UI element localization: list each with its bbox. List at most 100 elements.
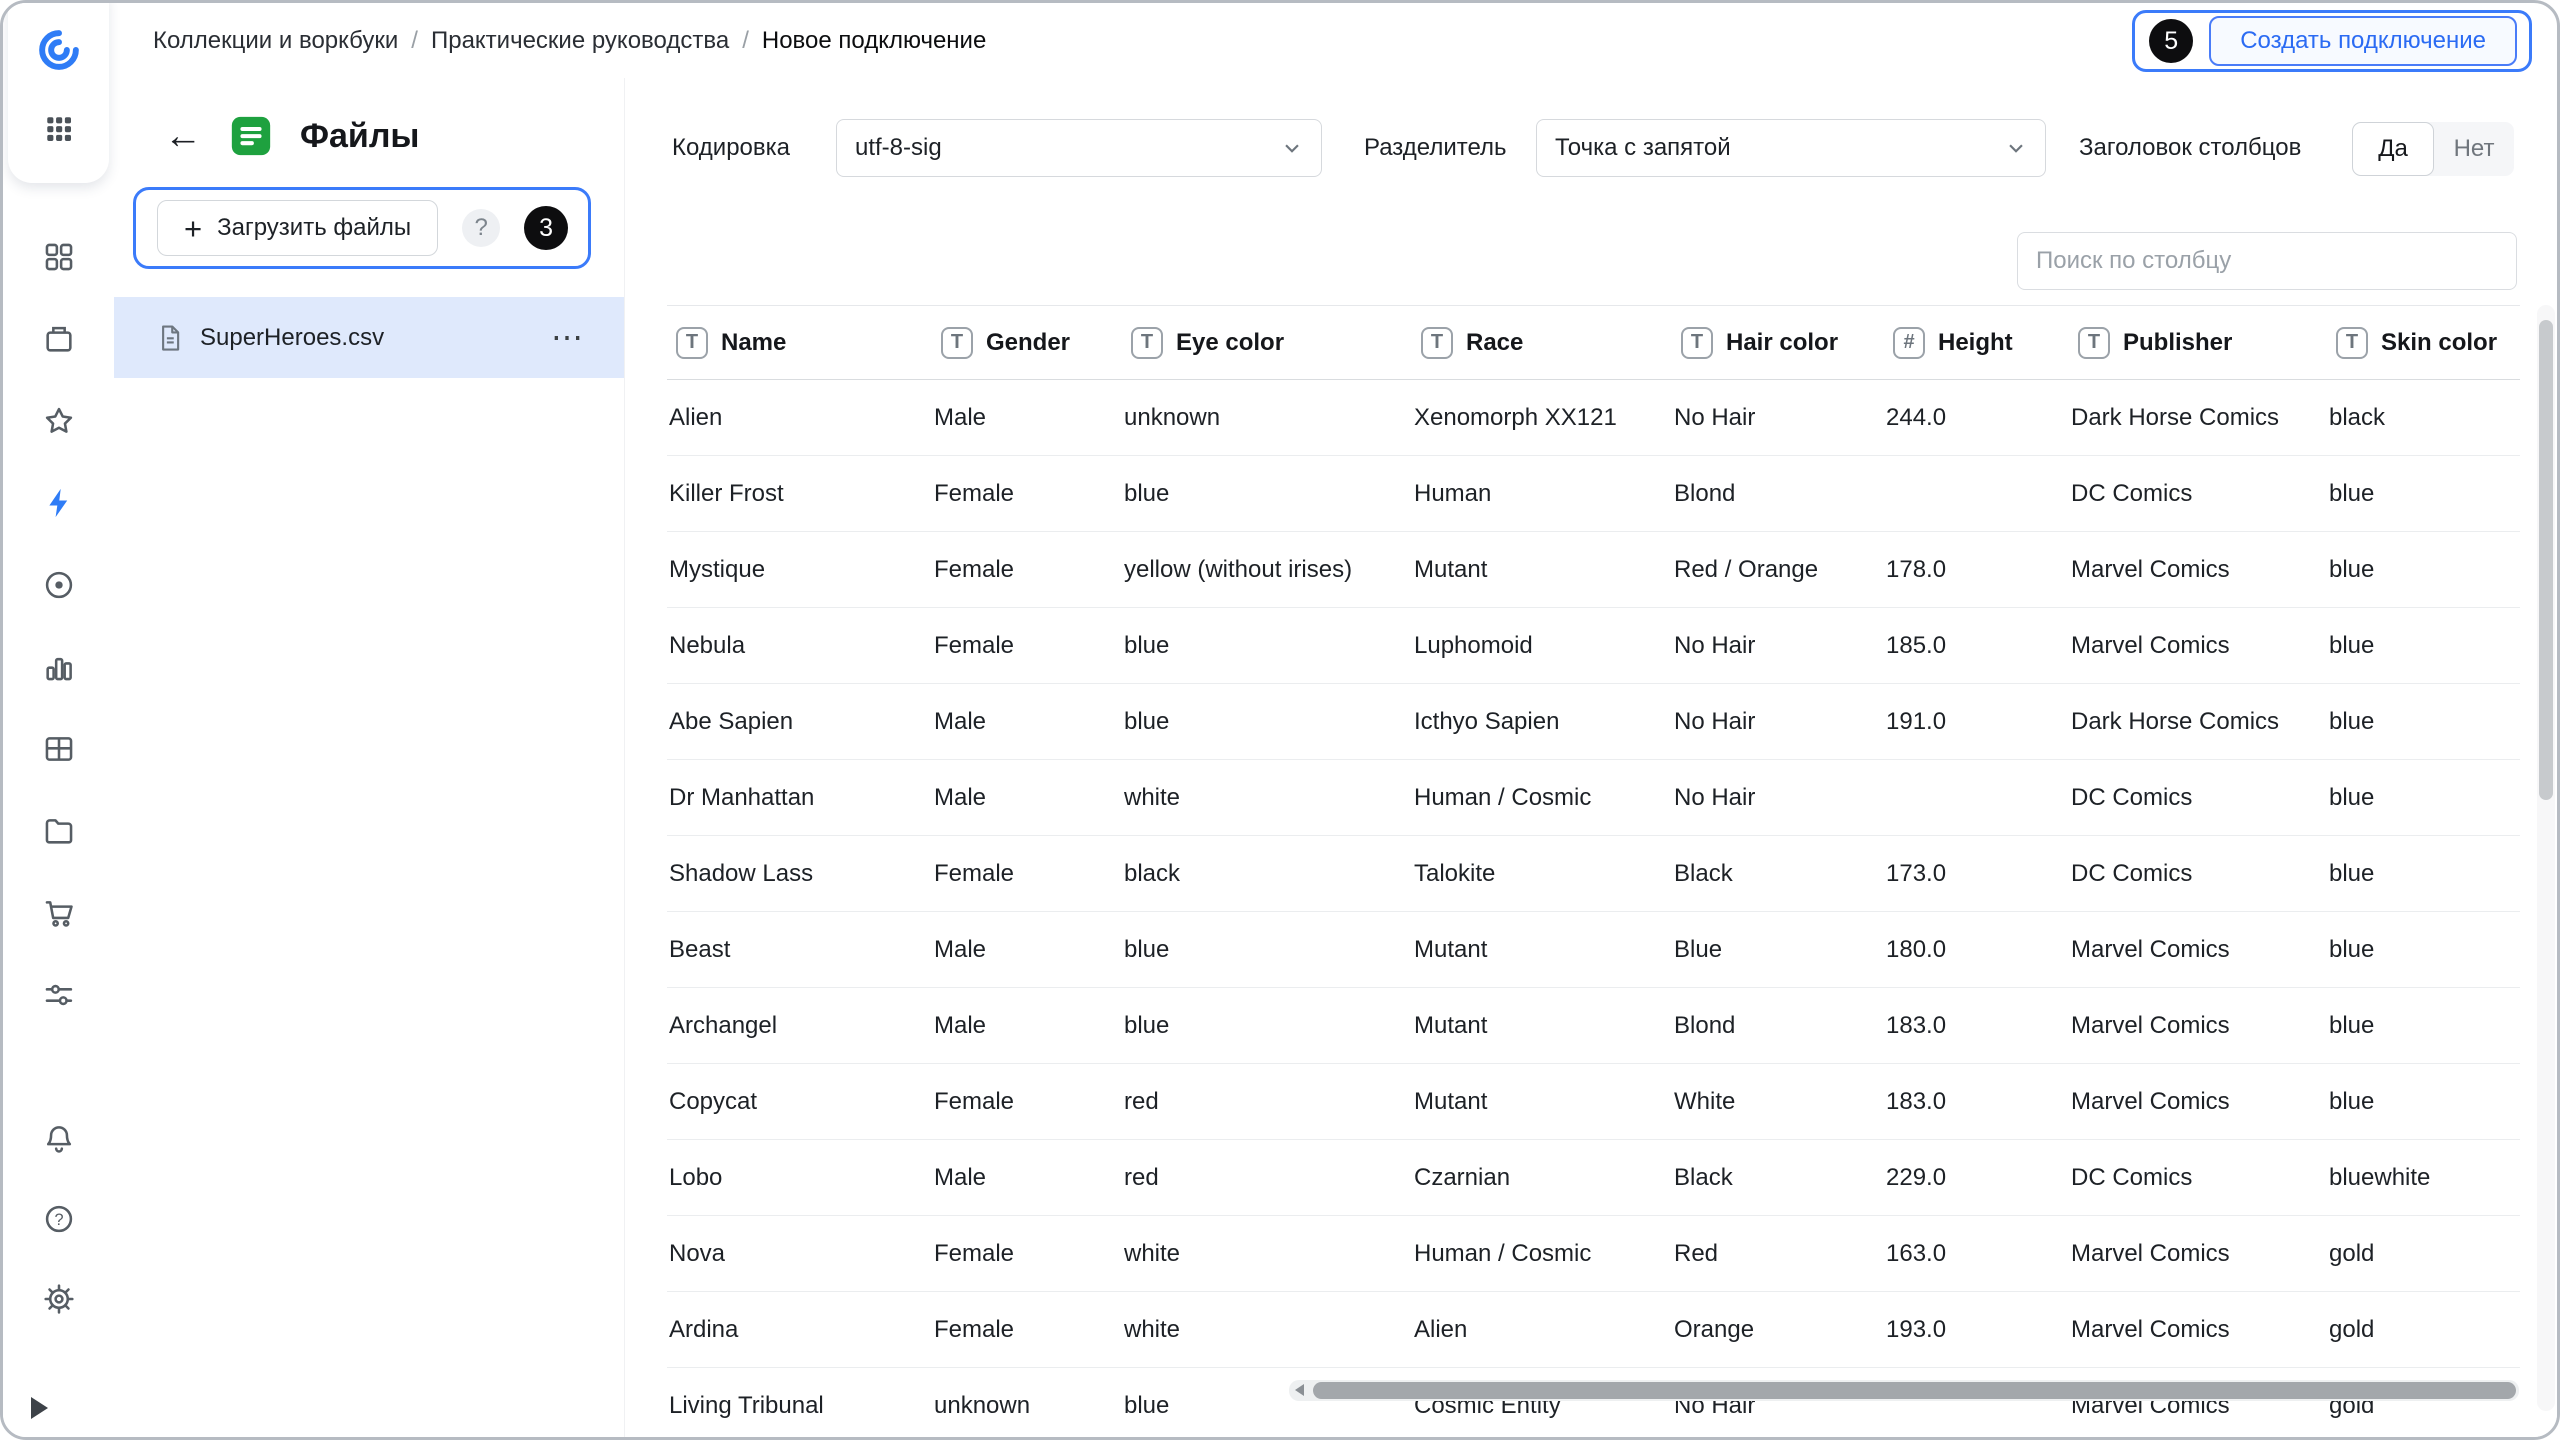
rail-bottom-group: ? (41, 1121, 77, 1317)
collections-box-icon[interactable] (41, 321, 77, 357)
table-cell: gold (2327, 1368, 2520, 1438)
table-cell: red (1122, 1140, 1412, 1216)
table-cell: Dark Horse Comics (2069, 380, 2327, 456)
table-cell: Alien (667, 380, 932, 456)
header-toggle-no[interactable]: Нет (2434, 122, 2514, 176)
datalens-logo-icon[interactable] (36, 27, 82, 73)
table-cell: Female (932, 532, 1122, 608)
chevron-down-icon (2003, 135, 2029, 161)
vertical-scrollbar-thumb[interactable] (2539, 320, 2553, 800)
table-row: Killer FrostFemaleblueHumanBlondDC Comic… (667, 456, 2520, 532)
table-cell: 229.0 (1884, 1140, 2069, 1216)
table-cell: blue (2327, 456, 2520, 532)
column-header-gender: TGender (932, 306, 1122, 380)
table-cell: Male (932, 380, 1122, 456)
column-header-height: #Height (1884, 306, 2069, 380)
breadcrumb-current-page: Новое подключение (762, 27, 986, 55)
column-search-input[interactable] (2017, 232, 2517, 290)
table-cell: Living Tribunal (667, 1368, 932, 1438)
table-cell: Nebula (667, 608, 932, 684)
upload-files-label: Загрузить файлы (217, 214, 411, 242)
table-cell: Human (1412, 456, 1672, 532)
files-panel-title: Файлы (300, 117, 419, 156)
column-type-icon: T (1421, 327, 1453, 359)
gear-icon[interactable] (41, 1281, 77, 1317)
header-toggle-yes[interactable]: Да (2352, 122, 2434, 176)
table-cell: Male (932, 1140, 1122, 1216)
table-row: NovaFemalewhiteHuman / CosmicRed163.0Mar… (667, 1216, 2520, 1292)
table-cell: Luphomoid (1412, 608, 1672, 684)
upload-help-icon[interactable]: ? (462, 209, 500, 247)
table-cell: 185.0 (1884, 608, 2069, 684)
table-cell: 191.0 (1884, 684, 2069, 760)
table-cell: blue (1122, 456, 1412, 532)
table-cell: Marvel Comics (2069, 1064, 2327, 1140)
table-cell: Marvel Comics (2069, 608, 2327, 684)
header-toggle: Да Нет (2352, 122, 2514, 176)
table-row: NebulaFemaleblueLuphomoidNo Hair185.0Mar… (667, 608, 2520, 684)
table-cell: gold (2327, 1216, 2520, 1292)
table-row: ArchangelMaleblueMutantBlond183.0Marvel … (667, 988, 2520, 1064)
table-cell: 178.0 (1884, 532, 2069, 608)
favorites-star-icon[interactable] (41, 403, 77, 439)
encoding-value: utf-8-sig (855, 134, 942, 162)
table-cell: white (1122, 1292, 1412, 1368)
table-cell: bluewhite (2327, 1140, 2520, 1216)
table-cell: DC Comics (2069, 456, 2327, 532)
table-cell: gold (2327, 1292, 2520, 1368)
plus-icon: + (184, 213, 202, 244)
dashboard-icon[interactable] (41, 239, 77, 275)
table-cell: Marvel Comics (2069, 1368, 2327, 1438)
tables-grid-icon[interactable] (41, 731, 77, 767)
horizontal-scrollbar-thumb[interactable] (1313, 1382, 2516, 1399)
header-toggle-label: Заголовок столбцов (2079, 134, 2301, 162)
delimiter-select[interactable]: Точка с запятой (1536, 119, 2046, 177)
table-cell: 193.0 (1884, 1292, 2069, 1368)
create-connection-button[interactable]: Создать подключение (2209, 16, 2517, 66)
table-cell: blue (2327, 836, 2520, 912)
marketplace-cart-icon[interactable] (41, 895, 77, 931)
table-cell: 163.0 (1884, 1216, 2069, 1292)
table-cell: blue (1122, 1368, 1412, 1438)
storage-folder-icon[interactable] (41, 813, 77, 849)
table-cell: blue (2327, 684, 2520, 760)
main-preview-area: Кодировка utf-8-sig Разделитель Точка с … (624, 78, 2557, 1437)
vertical-scrollbar (2537, 305, 2555, 1411)
table-cell: Mutant (1412, 532, 1672, 608)
file-list-item-selected[interactable]: SuperHeroes.csv ⋯ (114, 297, 624, 378)
preview-table: TNameTGenderTEye colorTRaceTHair color#H… (667, 305, 2520, 1437)
table-row: BeastMaleblueMutantBlue180.0Marvel Comic… (667, 912, 2520, 988)
apps-grid-icon[interactable] (41, 111, 77, 147)
table-cell: Black (1672, 1140, 1884, 1216)
charts-icon[interactable] (41, 649, 77, 685)
svg-text:?: ? (54, 1211, 63, 1229)
datalens-lightning-icon[interactable] (41, 485, 77, 521)
breadcrumb-workbook[interactable]: Практические руководства (431, 27, 729, 55)
back-arrow-icon[interactable]: ← (164, 117, 202, 155)
table-cell: blue (2327, 912, 2520, 988)
scroll-left-arrow-icon[interactable] (1295, 1384, 1304, 1396)
notifications-bell-icon[interactable] (41, 1121, 77, 1157)
help-question-icon[interactable]: ? (41, 1201, 77, 1237)
column-type-icon: T (1131, 327, 1163, 359)
table-row: MystiqueFemaleyellow (without irises)Mut… (667, 532, 2520, 608)
expand-play-icon[interactable] (31, 1397, 48, 1419)
breadcrumb-collections[interactable]: Коллекции и воркбуки (153, 27, 398, 55)
table-cell: Ardina (667, 1292, 932, 1368)
column-header-race: TRace (1412, 306, 1672, 380)
table-cell: 173.0 (1884, 836, 2069, 912)
column-header-eye-color: TEye color (1122, 306, 1412, 380)
encoding-select[interactable]: utf-8-sig (836, 119, 1322, 177)
settings-sliders-icon[interactable] (41, 977, 77, 1013)
table-cell: White (1672, 1064, 1884, 1140)
table-cell: Male (932, 684, 1122, 760)
monitoring-target-icon[interactable] (41, 567, 77, 603)
file-more-menu-icon[interactable]: ⋯ (551, 331, 586, 344)
table-cell: Shadow Lass (667, 836, 932, 912)
upload-files-button[interactable]: + Загрузить файлы (157, 200, 438, 256)
create-connection-highlight: 5 Создать подключение (2132, 10, 2532, 72)
table-row: Shadow LassFemaleblackTalokiteBlack173.0… (667, 836, 2520, 912)
table-row: Living TribunalunknownblueCosmic EntityN… (667, 1368, 2520, 1438)
breadcrumb-separator: / (411, 27, 418, 55)
table-cell: Female (932, 836, 1122, 912)
